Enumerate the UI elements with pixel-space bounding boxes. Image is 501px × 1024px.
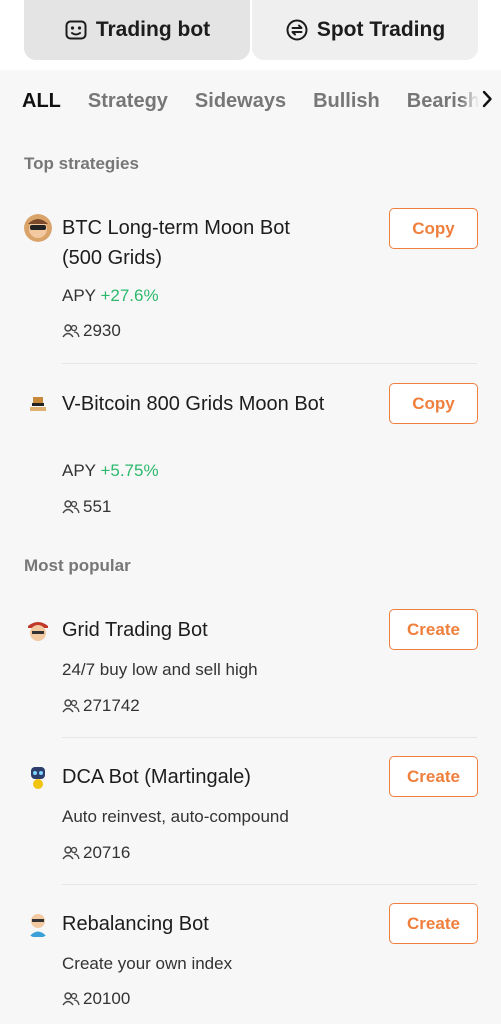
users-icon [62,324,80,338]
exchange-icon [285,18,309,42]
bot-description: 24/7 buy low and sell high [62,660,258,679]
create-button[interactable]: Create [389,756,478,797]
tab-trading-bot[interactable]: Trading bot [24,0,250,60]
users-icon [62,846,80,860]
strategy-card[interactable]: V-Bitcoin 800 Grids Moon Bot APY +5.75% … [24,383,478,529]
filter-all[interactable]: ALL [22,90,61,113]
users-icon [62,992,80,1006]
apy-label: APY [62,286,96,305]
tab-spot-trading[interactable]: Spot Trading [252,0,478,60]
create-button[interactable]: Create [389,609,478,650]
avatar [24,214,52,242]
avatar [24,616,52,644]
strategy-name: V-Bitcoin 800 Grids Moon Bot [62,393,325,415]
user-count-value: 271742 [83,696,140,715]
user-count: 20716 [62,843,130,863]
bot-description: Auto reinvest, auto-compound [62,807,289,826]
user-count: 271742 [62,696,140,716]
user-count: 551 [62,497,111,517]
chevron-right-icon [481,90,493,113]
user-count: 2930 [62,321,121,341]
bot-name: Grid Trading Bot [62,619,208,641]
copy-button[interactable]: Copy [389,383,478,424]
apy-value: +5.75% [100,461,159,480]
filter-sideways[interactable]: Sideways [195,90,286,113]
avatar [24,763,52,791]
user-count-value: 2930 [83,321,121,340]
bot-card[interactable]: Grid Trading Bot 24/7 buy low and sell h… [24,609,478,723]
avatar [24,910,52,938]
divider [62,884,477,885]
strategy-card[interactable]: BTC Long-term Moon Bot (500 Grids) APY +… [24,208,478,350]
strategy-name: BTC Long-term Moon Bot (500 Grids) [62,217,290,269]
users-icon [62,699,80,713]
avatar [24,391,52,419]
section-title-top-strategies: Top strategies [24,154,139,173]
create-button[interactable]: Create [389,903,478,944]
apy-label: APY [62,461,96,480]
filter-scroll-right[interactable] [461,72,501,130]
bot-card[interactable]: Rebalancing Bot Create your own index 20… [24,903,478,1017]
apy: APY +5.75% [62,461,159,481]
apy-value: +27.6% [100,286,159,305]
filter-strategy[interactable]: Strategy [88,90,168,113]
filter-bullish[interactable]: Bullish [313,90,380,113]
users-icon [62,500,80,514]
user-count-value: 20100 [83,989,131,1008]
bot-name: Rebalancing Bot [62,913,209,935]
tab-trading-bot-label: Trading bot [95,18,211,41]
bot-description: Create your own index [62,954,233,973]
bot-name: DCA Bot (Martingale) [62,766,251,788]
bot-face-icon [64,18,88,42]
mode-switcher: Trading bot Spot Trading [0,0,501,70]
tab-spot-trading-label: Spot Trading [316,18,446,41]
apy: APY +27.6% [62,286,159,306]
divider [62,363,477,364]
copy-button[interactable]: Copy [389,208,478,249]
category-filter-bar: ALL Strategy Sideways Bullish Bearish [0,72,501,130]
user-count: 20100 [62,989,130,1009]
user-count-value: 551 [83,497,112,516]
section-title-most-popular: Most popular [24,556,131,575]
divider [62,737,477,738]
bot-card[interactable]: DCA Bot (Martingale) Auto reinvest, auto… [24,756,478,870]
user-count-value: 20716 [83,843,131,862]
